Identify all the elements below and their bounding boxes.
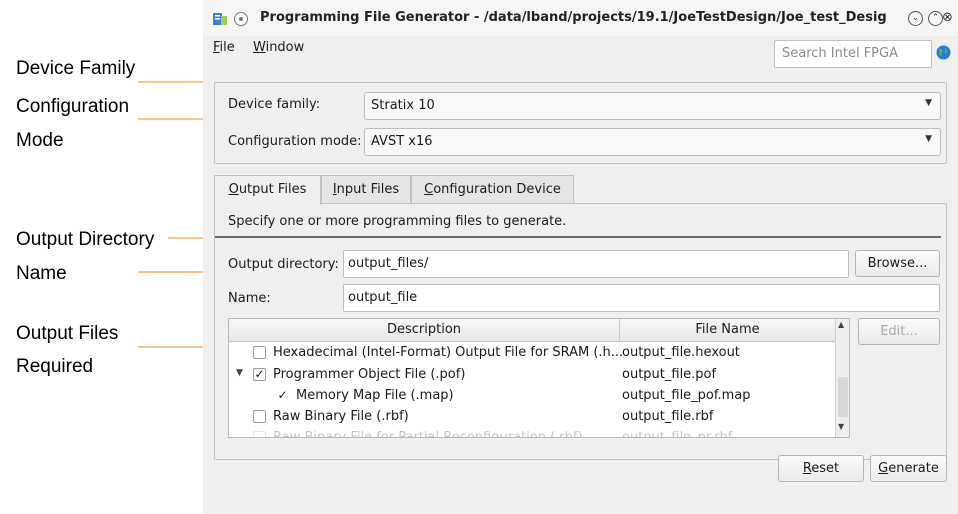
chevron-down-icon: ▼ xyxy=(925,98,932,108)
checkbox[interactable] xyxy=(253,410,266,423)
name-label: Name: xyxy=(228,291,271,306)
scroll-thumb[interactable] xyxy=(838,377,848,417)
checkbox[interactable]: ✓ xyxy=(253,368,266,381)
section-divider xyxy=(215,236,941,238)
generate-button[interactable]: Generate xyxy=(870,455,947,482)
tab-output-files[interactable]: Output Files xyxy=(214,175,321,205)
title-bar: Programming File Generator - /data/lband… xyxy=(203,0,958,36)
table-row[interactable]: ▼ ✓ Programmer Object File (.pof) output… xyxy=(229,365,835,386)
window-title: Programming File Generator - /data/lband… xyxy=(260,10,887,25)
edit-button[interactable]: Edit... xyxy=(858,318,940,345)
column-description[interactable]: Description xyxy=(229,322,619,337)
menu-window[interactable]: Window xyxy=(253,40,304,55)
output-directory-input[interactable]: output_files/ xyxy=(343,250,849,278)
tab-configuration-device[interactable]: Configuration Device xyxy=(411,175,574,204)
browse-button[interactable]: Browse... xyxy=(855,250,940,277)
callout-configuration: Configuration xyxy=(16,96,130,117)
callout-device-family: Device Family xyxy=(16,58,136,79)
search-input[interactable]: Search Intel FPGA xyxy=(774,40,932,68)
reset-button[interactable]: Reset xyxy=(778,455,864,482)
menu-file[interactable]: File xyxy=(213,40,235,55)
checkbox[interactable] xyxy=(253,346,266,359)
tab-input-files[interactable]: Input Files xyxy=(321,175,411,204)
expand-triangle-icon[interactable]: ▼ xyxy=(236,368,243,378)
device-family-select[interactable]: Stratix 10 ▼ xyxy=(364,92,941,120)
configuration-mode-select[interactable]: AVST x16 ▼ xyxy=(364,128,941,156)
table-row[interactable]: Raw Binary File (.rbf) output_file.rbf xyxy=(229,407,835,428)
programming-file-generator-window: Programming File Generator - /data/lband… xyxy=(203,0,958,514)
device-family-label: Device family: xyxy=(228,97,321,112)
table-scrollbar[interactable]: ▲ ▼ xyxy=(835,319,849,437)
table-row[interactable]: ✓ Memory Map File (.map) output_file_pof… xyxy=(229,386,835,407)
callout-output-directory: Output Directory xyxy=(16,229,155,250)
scroll-down-icon[interactable]: ▼ xyxy=(838,422,844,431)
name-input[interactable]: output_file xyxy=(343,284,940,312)
callout-output-files: Output Files xyxy=(16,323,119,344)
callout-name: Name xyxy=(16,263,67,284)
app-icon xyxy=(213,13,227,25)
checkbox[interactable]: ✓ xyxy=(276,389,289,402)
configuration-mode-label: Configuration mode: xyxy=(228,134,362,149)
table-header: Description File Name xyxy=(229,319,849,342)
minimize-icon[interactable]: ⌄ xyxy=(908,11,923,26)
checkbox[interactable] xyxy=(253,431,266,437)
column-file-name[interactable]: File Name xyxy=(620,322,835,337)
window-menu-icon[interactable] xyxy=(234,12,248,26)
chevron-down-icon: ▼ xyxy=(925,134,932,144)
table-row[interactable]: Raw Binary File for Partial Reconfigurat… xyxy=(229,428,835,437)
globe-icon[interactable] xyxy=(936,45,951,60)
close-icon[interactable]: ⊗ xyxy=(940,11,955,26)
callout-mode: Mode xyxy=(16,130,64,151)
instruction-text: Specify one or more programming files to… xyxy=(228,214,567,229)
output-directory-label: Output directory: xyxy=(228,257,339,272)
table-row[interactable]: Hexadecimal (Intel-Format) Output File f… xyxy=(229,343,835,364)
callout-required: Required xyxy=(16,356,94,377)
output-files-table: Description File Name Hexadecimal (Intel… xyxy=(228,318,850,438)
scroll-up-icon[interactable]: ▲ xyxy=(838,320,844,329)
